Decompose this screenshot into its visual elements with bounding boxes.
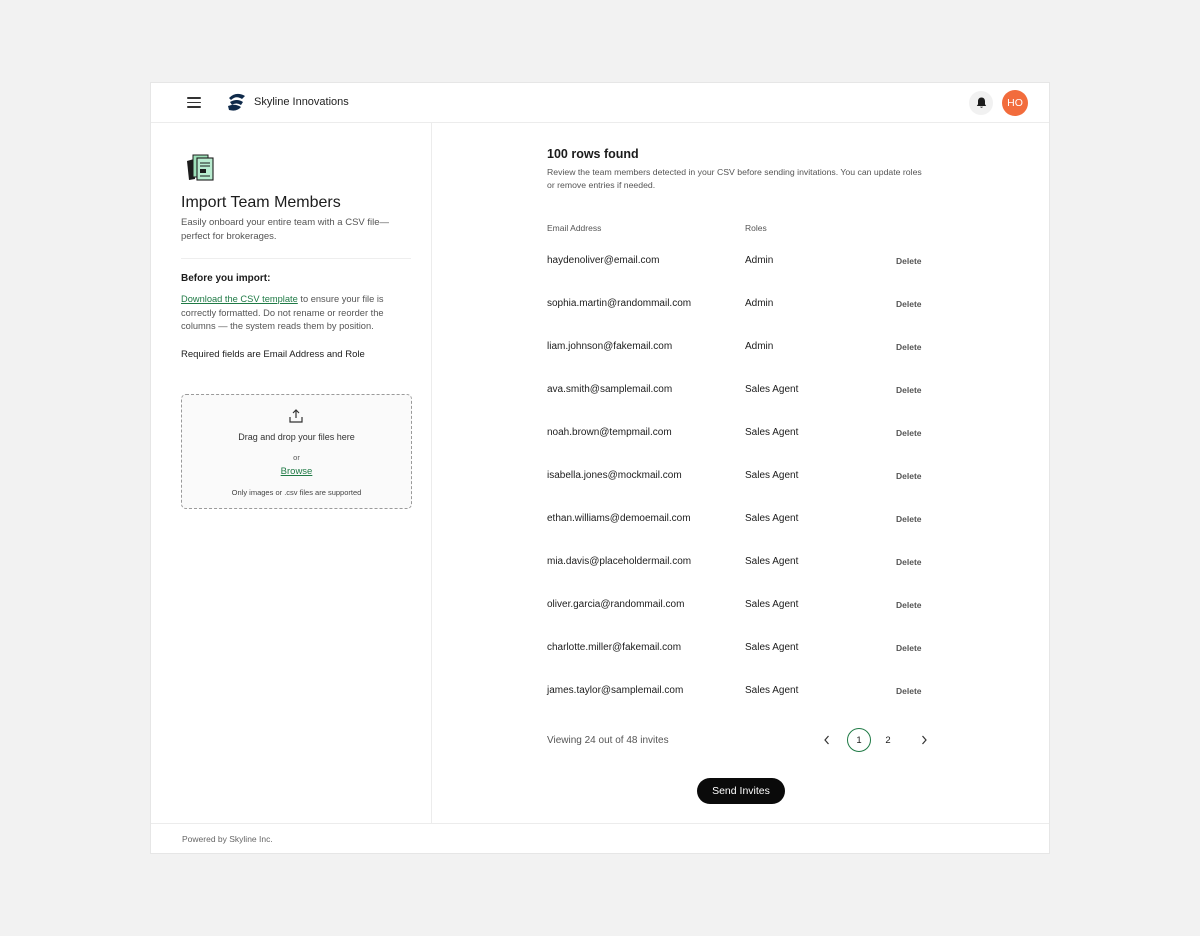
row-email: james.taylor@samplemail.com (547, 685, 684, 696)
rows-description: Review the team members detected in your… (547, 167, 922, 190)
table-row: isabella.jones@mockmail.com Sales Agent … (547, 470, 927, 490)
powered-by-text: Powered by Skyline Inc. (182, 834, 273, 844)
column-header-email: Email Address (547, 223, 602, 233)
table-row: ethan.williams@demoemail.com Sales Agent… (547, 513, 927, 533)
row-role[interactable]: Sales Agent (745, 642, 798, 653)
required-fields-note: Required fields are Email Address and Ro… (181, 349, 365, 360)
row-role[interactable]: Admin (745, 255, 773, 266)
dropzone-or: or (293, 453, 300, 462)
row-email: charlotte.miller@fakemail.com (547, 642, 682, 653)
table-row: charlotte.miller@fakemail.com Sales Agen… (547, 642, 927, 662)
divider (181, 258, 411, 259)
download-template-link[interactable]: Download the CSV template (181, 294, 298, 304)
upload-icon (289, 409, 303, 423)
row-role[interactable]: Sales Agent (745, 556, 798, 567)
row-role[interactable]: Admin (745, 341, 773, 352)
page-title: Import Team Members (181, 194, 341, 211)
import-instructions: Download the CSV template to ensure your… (181, 293, 407, 334)
pagination-page-2[interactable]: 2 (876, 728, 900, 752)
row-email: sophia.martin@randommail.com (547, 298, 692, 309)
import-card: Skyline Innovations HO Import Team Membe… (150, 82, 1050, 854)
table-row: liam.johnson@fakemail.com Admin Delete (547, 341, 927, 361)
delete-button[interactable]: Delete (896, 557, 922, 567)
pagination-page-1[interactable]: 1 (847, 728, 871, 752)
rows-found-title: 100 rows found (547, 147, 639, 161)
chevron-left-icon[interactable] (820, 731, 834, 749)
browse-link[interactable]: Browse (182, 466, 411, 477)
row-role[interactable]: Sales Agent (745, 513, 798, 524)
page-subtitle: Easily onboard your entire team with a C… (181, 217, 390, 242)
row-email: ava.smith@samplemail.com (547, 384, 673, 395)
delete-button[interactable]: Delete (896, 256, 922, 266)
delete-button[interactable]: Delete (896, 428, 922, 438)
row-role[interactable]: Sales Agent (745, 384, 798, 395)
before-import-heading: Before you import: (181, 273, 271, 284)
viewing-count: Viewing 24 out of 48 invites (547, 735, 669, 746)
row-role[interactable]: Sales Agent (745, 470, 798, 481)
row-email: noah.brown@tempmail.com (547, 427, 672, 438)
table-row: noah.brown@tempmail.com Sales Agent Dele… (547, 427, 927, 447)
table-row: james.taylor@samplemail.com Sales Agent … (547, 685, 927, 705)
table-row: mia.davis@placeholdermail.com Sales Agen… (547, 556, 927, 576)
column-header-roles: Roles (745, 223, 767, 233)
csv-document-icon (187, 154, 214, 181)
dropzone-instructions: Drag and drop your files here (238, 432, 355, 442)
row-email: isabella.jones@mockmail.com (547, 470, 682, 481)
table-row: oliver.garcia@randommail.com Sales Agent… (547, 599, 927, 619)
row-role[interactable]: Sales Agent (745, 685, 798, 696)
file-dropzone[interactable]: Drag and drop your files here or Browse … (181, 394, 412, 509)
hamburger-menu-icon[interactable] (187, 97, 201, 108)
brand-name: Skyline Innovations (254, 96, 349, 108)
table-row: sophia.martin@randommail.com Admin Delet… (547, 298, 927, 318)
delete-button[interactable]: Delete (896, 643, 922, 653)
delete-button[interactable]: Delete (896, 514, 922, 524)
send-invites-button[interactable]: Send Invites (697, 778, 785, 804)
table-row: ava.smith@samplemail.com Sales Agent Del… (547, 384, 927, 404)
row-email: liam.johnson@fakemail.com (547, 341, 673, 352)
delete-button[interactable]: Delete (896, 600, 922, 610)
delete-button[interactable]: Delete (896, 471, 922, 481)
row-role[interactable]: Sales Agent (745, 599, 798, 610)
left-panel: Import Team Members Easily onboard your … (151, 123, 432, 823)
footer: Powered by Skyline Inc. (151, 823, 1049, 854)
top-bar: Skyline Innovations HO (151, 83, 1049, 123)
delete-button[interactable]: Delete (896, 342, 922, 352)
row-email: mia.davis@placeholdermail.com (547, 556, 692, 567)
right-panel: 100 rows found Review the team members d… (432, 123, 1051, 823)
row-role[interactable]: Admin (745, 298, 773, 309)
notifications-button[interactable] (969, 91, 993, 115)
row-email: haydenoliver@email.com (547, 255, 660, 266)
row-email: ethan.williams@demoemail.com (547, 513, 691, 524)
delete-button[interactable]: Delete (896, 385, 922, 395)
delete-button[interactable]: Delete (896, 686, 922, 696)
skyline-logo-icon (228, 93, 245, 111)
supported-files-note: Only images or .csv files are supported (231, 488, 362, 497)
table-row: haydenoliver@email.com Admin Delete (547, 255, 927, 275)
row-email: oliver.garcia@randommail.com (547, 599, 685, 610)
delete-button[interactable]: Delete (896, 299, 922, 309)
row-role[interactable]: Sales Agent (745, 427, 798, 438)
chevron-right-icon[interactable] (917, 731, 931, 749)
user-avatar[interactable]: HO (1002, 90, 1028, 116)
bell-icon (976, 97, 986, 108)
